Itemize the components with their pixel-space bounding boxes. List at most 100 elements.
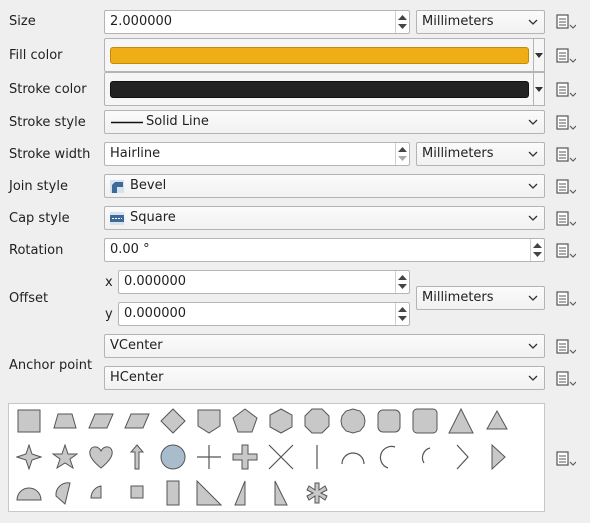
- shape-large-rounded-square-icon[interactable]: [412, 408, 438, 434]
- anchor-vertical-value: VCenter: [110, 338, 163, 353]
- data-defined-override-icon[interactable]: [554, 242, 576, 260]
- shape-square-half-rectangle-icon[interactable]: [160, 480, 186, 506]
- offset-y-input[interactable]: 0.000000: [118, 302, 410, 326]
- size-spin-buttons[interactable]: [395, 11, 409, 33]
- offset-y-spin-buttons[interactable]: [395, 303, 409, 325]
- data-defined-override-icon[interactable]: [554, 210, 576, 228]
- stroke-style-value: Solid Line: [146, 114, 209, 129]
- shape-parallelogram-left-icon[interactable]: [124, 408, 150, 434]
- stroke-width-unit-select[interactable]: Millimeters: [416, 142, 545, 166]
- stroke-color-menu-button[interactable]: [534, 72, 545, 106]
- shape-circle-icon[interactable]: [160, 444, 186, 470]
- spin-down-icon[interactable]: [398, 316, 407, 322]
- shape-quarter-circle-icon[interactable]: [88, 480, 114, 506]
- chevron-down-icon: [528, 119, 538, 125]
- shape-heart-icon[interactable]: [88, 444, 114, 470]
- stroke-width-spin-buttons[interactable]: [395, 143, 409, 165]
- stroke-width-value: Hairline: [110, 146, 161, 161]
- stroke-width-label: Stroke width: [9, 147, 91, 162]
- spin-down-icon[interactable]: [533, 252, 542, 258]
- stroke-style-select[interactable]: Solid Line: [104, 110, 545, 134]
- data-defined-override-icon[interactable]: [554, 338, 576, 356]
- shape-arrow-icon[interactable]: [124, 444, 150, 470]
- shape-line-icon[interactable]: [304, 444, 330, 470]
- rotation-spin-buttons[interactable]: [530, 239, 544, 261]
- stroke-width-unit-value: Millimeters: [422, 146, 494, 161]
- stroke-color-swatch: [110, 81, 529, 98]
- spin-down-icon[interactable]: [398, 284, 407, 290]
- spin-up-icon[interactable]: [533, 242, 542, 248]
- solid-line-icon: [111, 121, 143, 124]
- cap-style-select[interactable]: Square: [104, 206, 545, 230]
- join-style-select[interactable]: Bevel: [104, 174, 545, 198]
- spin-down-icon[interactable]: [398, 156, 407, 162]
- data-defined-override-icon[interactable]: [554, 146, 576, 164]
- data-defined-override-icon[interactable]: [554, 178, 576, 196]
- shape-right-half-triangle-icon[interactable]: [196, 480, 222, 506]
- data-defined-override-icon[interactable]: [554, 290, 576, 308]
- stroke-width-input[interactable]: Hairline: [104, 142, 410, 166]
- anchor-vertical-select[interactable]: VCenter: [104, 334, 545, 358]
- shape-third-circle-icon[interactable]: [52, 480, 78, 506]
- shape-half-circle-icon[interactable]: [16, 480, 42, 506]
- spin-up-icon[interactable]: [398, 306, 407, 312]
- data-defined-override-icon[interactable]: [554, 450, 576, 468]
- offset-unit-select[interactable]: Millimeters: [416, 286, 545, 310]
- data-defined-override-icon[interactable]: [554, 114, 576, 132]
- shape-trapezoid-icon[interactable]: [52, 408, 78, 434]
- data-defined-override-icon[interactable]: [554, 370, 576, 388]
- chevron-down-icon: [535, 87, 543, 92]
- shape-arrowhead-icon[interactable]: [448, 444, 474, 470]
- shape-half-square-icon[interactable]: [124, 480, 150, 506]
- shape-cross-fill-icon[interactable]: [232, 444, 258, 470]
- cap-style-value: Square: [130, 210, 176, 225]
- shape-equilateral-triangle-icon[interactable]: [484, 408, 510, 434]
- data-defined-override-icon[interactable]: [554, 47, 576, 65]
- marker-shape-palette[interactable]: [8, 403, 545, 512]
- chevron-down-icon: [528, 295, 538, 301]
- shape-shield-icon[interactable]: [196, 408, 222, 434]
- chevron-down-icon: [528, 343, 538, 349]
- stroke-style-label: Stroke style: [9, 115, 86, 130]
- shape-decagon-icon[interactable]: [340, 408, 366, 434]
- spin-up-icon[interactable]: [398, 274, 407, 280]
- shape-star-icon[interactable]: [52, 444, 78, 470]
- data-defined-override-icon[interactable]: [554, 13, 576, 31]
- shape-third-arc-icon[interactable]: [412, 444, 438, 470]
- offset-x-spin-buttons[interactable]: [395, 271, 409, 293]
- size-label: Size: [9, 14, 36, 29]
- shape-cross2-icon[interactable]: [268, 444, 294, 470]
- spin-down-icon[interactable]: [398, 24, 407, 30]
- shape-diagonal-half-square-icon[interactable]: [268, 480, 294, 506]
- shape-parallelogram-right-icon[interactable]: [88, 408, 114, 434]
- shape-hexagon-icon[interactable]: [268, 408, 294, 434]
- fill-color-menu-button[interactable]: [534, 38, 545, 72]
- size-unit-select[interactable]: Millimeters: [416, 10, 545, 34]
- shape-octagon-icon[interactable]: [304, 408, 330, 434]
- chevron-down-icon: [528, 215, 538, 221]
- shape-left-half-triangle-icon[interactable]: [232, 480, 258, 506]
- shape-cross-icon[interactable]: [196, 444, 222, 470]
- shape-arc-icon[interactable]: [340, 444, 366, 470]
- offset-x-value: 0.000000: [124, 274, 187, 289]
- rotation-input[interactable]: 0.00 °: [104, 238, 545, 262]
- spin-up-icon[interactable]: [398, 146, 407, 152]
- size-input[interactable]: 2.000000: [104, 10, 410, 34]
- offset-x-input[interactable]: 0.000000: [118, 270, 410, 294]
- shape-four-pointed-star-icon[interactable]: [16, 444, 42, 470]
- shape-square-icon[interactable]: [16, 408, 42, 434]
- shape-rounded-square-icon[interactable]: [376, 408, 402, 434]
- chevron-down-icon: [528, 375, 538, 381]
- fill-color-label: Fill color: [9, 48, 63, 63]
- shape-diamond-icon[interactable]: [160, 408, 186, 434]
- anchor-horizontal-select[interactable]: HCenter: [104, 366, 545, 390]
- shape-pentagon-icon[interactable]: [232, 408, 258, 434]
- shape-semi-arc-icon[interactable]: [376, 444, 402, 470]
- chevron-down-icon: [528, 183, 538, 189]
- shape-filled-arrowhead-icon[interactable]: [484, 444, 510, 470]
- shape-asterisk-fill-icon[interactable]: [304, 480, 330, 506]
- offset-label: Offset: [9, 291, 49, 306]
- data-defined-override-icon[interactable]: [554, 81, 576, 99]
- spin-up-icon[interactable]: [398, 14, 407, 20]
- shape-triangle-icon[interactable]: [448, 408, 474, 434]
